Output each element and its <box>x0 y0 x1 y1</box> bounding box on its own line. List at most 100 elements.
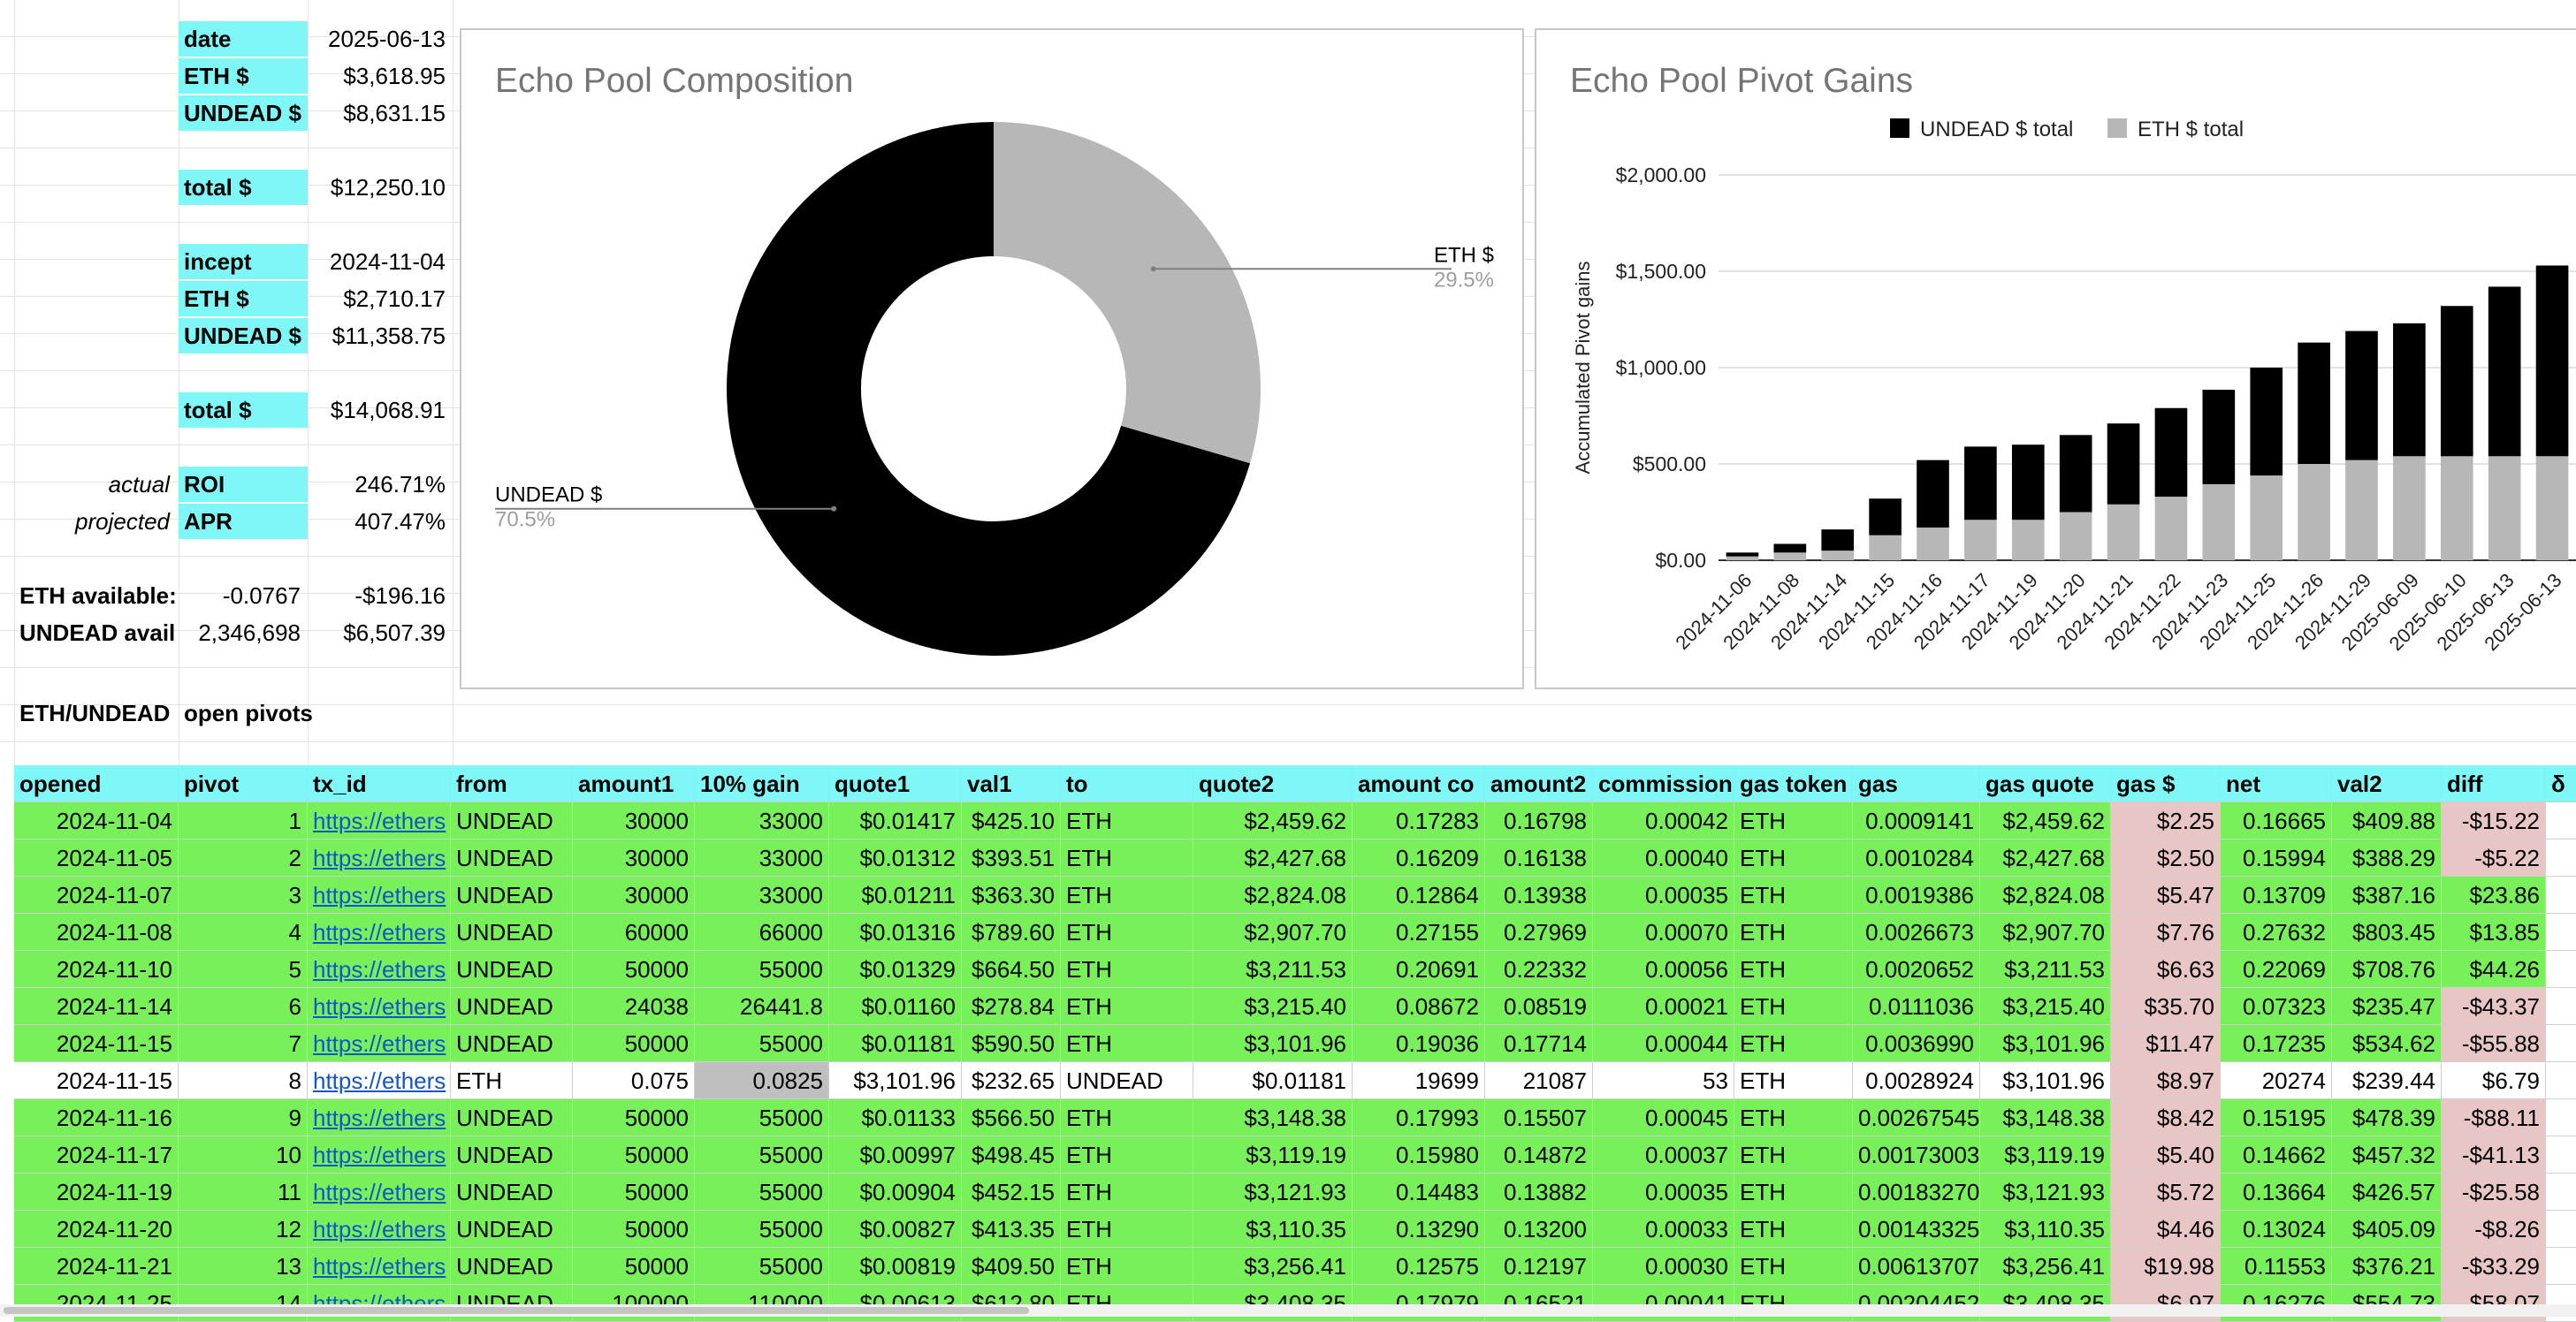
table-cell: 0.12197 <box>1485 1248 1593 1285</box>
bar-eth[interactable] <box>1964 520 1997 560</box>
column-header[interactable]: pivot <box>179 765 308 802</box>
tx-link-text[interactable]: https://ethers <box>313 808 446 834</box>
bar-eth[interactable] <box>2107 504 2140 560</box>
horizontal-scrollbar[interactable] <box>0 1304 2576 1317</box>
tx-link[interactable]: https://ethers <box>308 988 451 1025</box>
column-header[interactable]: δ <box>2546 765 2576 802</box>
table-cell <box>2546 914 2576 951</box>
table-cell: UNDEAD <box>451 1025 573 1062</box>
tx-link-text[interactable]: https://ethers <box>313 1253 446 1280</box>
table-cell: 0.13664 <box>2221 1174 2332 1211</box>
bar-eth[interactable] <box>1821 551 1855 560</box>
column-header[interactable]: gas <box>1853 765 1980 802</box>
bar-undead[interactable] <box>1821 529 1855 551</box>
bar-undead[interactable] <box>2154 407 2188 498</box>
column-header[interactable]: 10% gain <box>695 765 829 802</box>
pivot-gains-chart[interactable]: Echo Pool Pivot Gains $0.00 $500.00 $1,000… <box>1535 28 2576 689</box>
bar-eth[interactable] <box>2011 520 2045 560</box>
table-cell: $452.15 <box>962 1174 1061 1211</box>
tx-link[interactable]: https://ethers <box>308 877 451 914</box>
table-cell: $2.50 <box>2111 840 2221 877</box>
bar-undead[interactable] <box>2393 323 2426 457</box>
bar-undead[interactable] <box>1773 543 1807 553</box>
column-header[interactable]: to <box>1061 765 1193 802</box>
table-cell: 2024-11-04 <box>14 802 179 840</box>
bar-eth[interactable] <box>2202 483 2236 560</box>
tx-link[interactable]: https://ethers <box>308 1099 451 1136</box>
column-header[interactable]: commission <box>1593 765 1734 802</box>
table-cell: -$15.22 <box>2442 802 2546 840</box>
bar-undead[interactable] <box>2011 444 2045 520</box>
tx-link[interactable]: https://ethers <box>308 914 451 951</box>
tx-link[interactable]: https://ethers <box>308 1174 451 1211</box>
scrollbar-thumb[interactable] <box>4 1307 1029 1314</box>
column-header[interactable]: amount1 <box>573 765 695 802</box>
column-header[interactable]: net <box>2221 765 2332 802</box>
bar-undead[interactable] <box>2440 306 2473 457</box>
column-header[interactable]: quote1 <box>829 765 962 802</box>
table-cell: ETH <box>1734 1174 1853 1211</box>
tx-link-text[interactable]: https://ethers <box>313 1067 446 1094</box>
bar-undead[interactable] <box>2345 330 2378 460</box>
bar-eth[interactable] <box>1917 527 1949 560</box>
bar-eth[interactable] <box>2250 475 2283 560</box>
tx-link[interactable]: https://ethers <box>308 840 451 877</box>
bar-undead[interactable] <box>1726 552 1759 557</box>
column-header[interactable]: tx_id <box>308 765 451 802</box>
bar-eth[interactable] <box>1869 535 1902 560</box>
bar-undead[interactable] <box>2202 390 2236 484</box>
slice-0[interactable] <box>994 122 1261 464</box>
bar-eth[interactable] <box>2440 456 2473 560</box>
tx-link-text[interactable]: https://ethers <box>313 1179 446 1205</box>
tx-link-text[interactable]: https://ethers <box>313 956 446 983</box>
tx-link[interactable]: https://ethers <box>308 1136 451 1174</box>
bar-undead[interactable] <box>1869 498 1902 536</box>
tx-link-text[interactable]: https://ethers <box>313 1216 446 1242</box>
bar-undead[interactable] <box>2250 368 2283 476</box>
tx-link[interactable]: https://ethers <box>308 1062 451 1099</box>
table-cell: 0.16665 <box>2221 802 2332 840</box>
tx-link-text[interactable]: https://ethers <box>313 993 446 1020</box>
tx-link[interactable]: https://ethers <box>308 1248 451 1285</box>
bar-eth[interactable] <box>2535 456 2569 560</box>
column-header[interactable]: amount co <box>1353 765 1485 802</box>
bar-undead[interactable] <box>2535 265 2569 457</box>
bar-eth[interactable] <box>2154 497 2188 560</box>
bar-undead[interactable] <box>2488 286 2521 457</box>
table-cell: 9 <box>179 1099 308 1136</box>
column-header[interactable]: from <box>451 765 573 802</box>
bar-eth[interactable] <box>2059 512 2092 561</box>
bar-undead[interactable] <box>2298 342 2330 464</box>
bar-undead[interactable] <box>2059 435 2092 513</box>
tx-link[interactable]: https://ethers <box>308 1025 451 1062</box>
bar-undead[interactable] <box>2107 423 2140 505</box>
tx-link-text[interactable]: https://ethers <box>313 1030 446 1057</box>
bar-undead[interactable] <box>1964 446 1997 520</box>
column-header[interactable]: gas token <box>1734 765 1853 802</box>
bar-eth[interactable] <box>2298 464 2330 560</box>
column-header[interactable]: amount2 <box>1485 765 1593 802</box>
column-header[interactable]: quote2 <box>1193 765 1353 802</box>
column-header[interactable]: opened <box>14 765 179 802</box>
bar-eth[interactable] <box>2345 460 2378 560</box>
tx-link-text[interactable]: https://ethers <box>313 1105 446 1131</box>
column-header[interactable]: gas quote <box>1980 765 2111 802</box>
bar-eth[interactable] <box>2488 456 2521 560</box>
bar-eth[interactable] <box>2393 456 2426 560</box>
bar-eth[interactable] <box>1726 556 1759 560</box>
tx-link-text[interactable]: https://ethers <box>313 882 446 908</box>
bar-eth[interactable] <box>1773 552 1807 560</box>
composition-chart[interactable]: Echo Pool Composition ETH $29.5% UNDEAD $… <box>460 28 1524 689</box>
tx-link-text[interactable]: https://ethers <box>313 919 446 946</box>
bar-undead[interactable] <box>1917 460 1949 528</box>
table-cell <box>2546 877 2576 914</box>
column-header[interactable]: val1 <box>962 765 1061 802</box>
tx-link[interactable]: https://ethers <box>308 951 451 988</box>
tx-link[interactable]: https://ethers <box>308 1211 451 1248</box>
column-header[interactable]: gas $ <box>2111 765 2221 802</box>
column-header[interactable]: diff <box>2442 765 2546 802</box>
column-header[interactable]: val2 <box>2332 765 2442 802</box>
tx-link[interactable]: https://ethers <box>308 802 451 840</box>
tx-link-text[interactable]: https://ethers <box>313 845 446 871</box>
tx-link-text[interactable]: https://ethers <box>313 1142 446 1168</box>
